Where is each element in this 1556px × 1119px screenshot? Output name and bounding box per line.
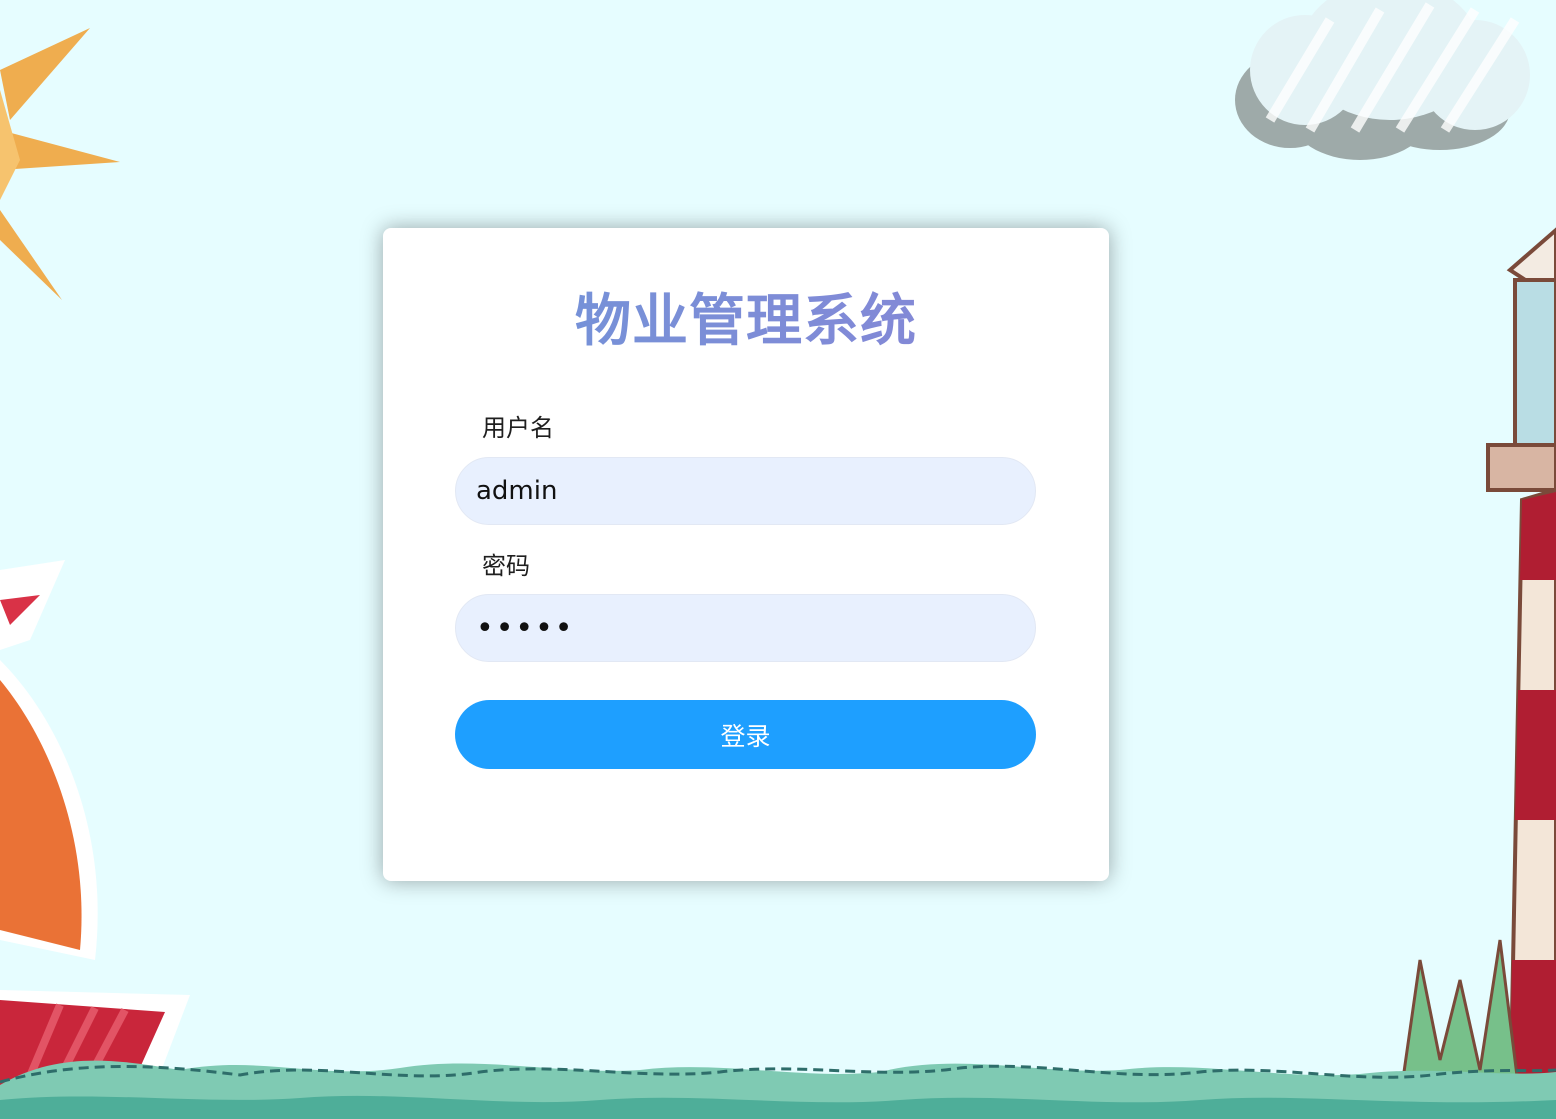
- username-input[interactable]: [455, 457, 1036, 525]
- sea-waves-illustration: [0, 1060, 1556, 1119]
- page-title: 物业管理系统: [383, 276, 1109, 357]
- login-button[interactable]: 登录: [455, 700, 1036, 769]
- password-input[interactable]: [455, 594, 1036, 662]
- password-label: 密码: [482, 552, 530, 580]
- login-card: 物业管理系统 用户名 密码 登录: [383, 228, 1109, 881]
- sun-illustration: [0, 28, 120, 300]
- username-label: 用户名: [482, 414, 554, 442]
- lighthouse-illustration: [1398, 227, 1556, 1119]
- cloud-illustration: [1235, 0, 1530, 160]
- login-page: 物业管理系统 用户名 密码 登录: [0, 0, 1556, 1119]
- sailboat-illustration: [0, 560, 190, 1119]
